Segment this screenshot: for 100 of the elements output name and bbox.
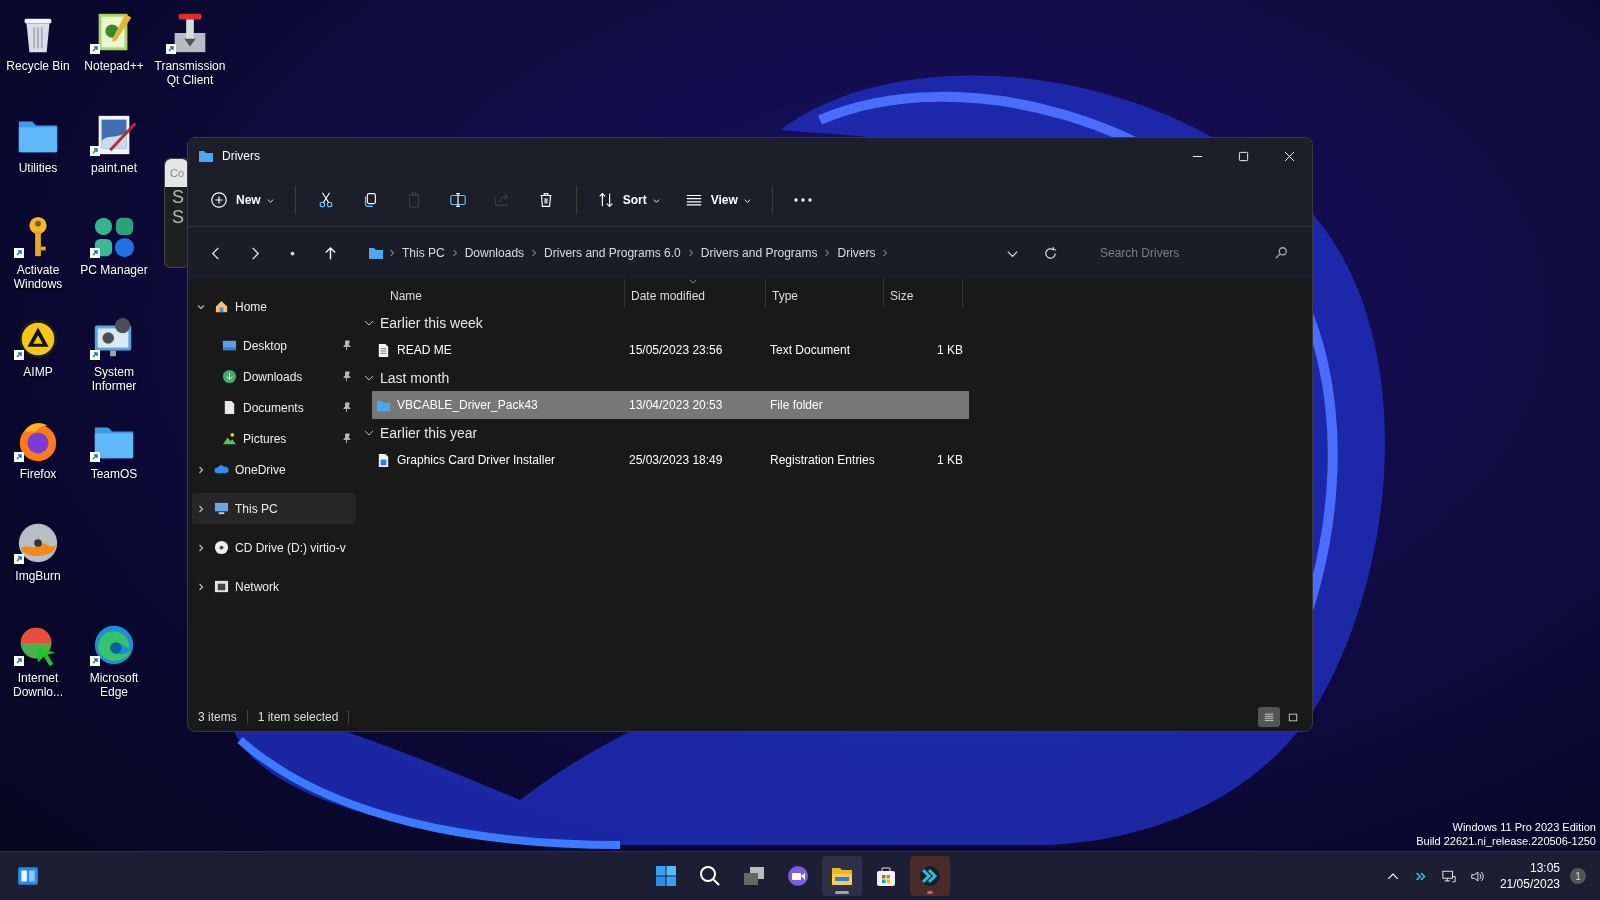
picture-icon (222, 431, 237, 446)
desktop-shortcut[interactable]: Recycle Bin (0, 6, 76, 102)
arrow-logo-icon (1413, 868, 1428, 884)
breadcrumb-item[interactable]: Drivers and Programs 6.0 (540, 242, 685, 264)
widget-panel-icon (17, 865, 39, 887)
shortcut-arrow-icon (90, 146, 100, 156)
network-icon (214, 579, 229, 594)
breadcrumb-item[interactable]: This PC (398, 242, 449, 264)
chevron-right-icon (196, 503, 206, 514)
desktop-shortcut[interactable]: PC Manager (76, 210, 152, 306)
clock-date: 21/05/2023 (1499, 876, 1560, 892)
chevron-icon (388, 249, 396, 257)
breadcrumb-item[interactable]: Downloads (460, 242, 529, 264)
chevron-right-icon (196, 581, 206, 592)
desktop-shortcut[interactable]: Activate Windows (0, 210, 76, 306)
window-title: Co (165, 159, 188, 187)
file-row[interactable]: VBCABLE_Driver_Pack43 13/04/2023 20:53 File folder (372, 391, 969, 419)
refresh-icon (1042, 245, 1058, 261)
monitor-icon (214, 501, 229, 516)
download-icon (222, 369, 237, 384)
sidebar-item[interactable]: Home (192, 291, 356, 322)
column-header[interactable]: Type (766, 279, 884, 308)
file-size: 1 KB (936, 343, 964, 357)
search-icon (1274, 246, 1288, 260)
view-button[interactable]: View (674, 182, 762, 218)
date-modified: 13/04/2023 20:53 (629, 398, 724, 412)
shortcut-arrow-icon (14, 554, 24, 564)
shopping-bag-icon (874, 864, 898, 888)
task-view-icon (742, 864, 766, 888)
close-icon (1283, 150, 1295, 162)
column-header[interactable]: Name (360, 279, 625, 308)
desktop-shortcut[interactable]: ImgBurn (0, 516, 76, 612)
desktop-shortcut[interactable]: Notepad++ (76, 6, 152, 102)
group-header[interactable]: Last month (360, 364, 450, 391)
desktop-shortcut[interactable]: Internet Downlo... (0, 618, 76, 714)
chevron-icon (823, 249, 832, 257)
details-view-button[interactable] (1258, 707, 1280, 727)
sidebar-item[interactable]: CD Drive (D:) virtio-v (192, 532, 356, 563)
notification-badge[interactable]: 1 (1570, 868, 1586, 884)
shortcut-arrow-icon (14, 248, 24, 258)
sidebar-item[interactable]: Documents (192, 392, 356, 423)
file-type: File folder (770, 398, 824, 412)
shortcut-arrow-icon (166, 44, 176, 54)
desktop-shortcut[interactable]: System Informer (76, 312, 152, 408)
desktop-shortcut[interactable]: TeamOS (76, 414, 152, 510)
file-row[interactable]: READ ME 15/05/2023 23:56 Text Document 1 KB (372, 336, 969, 364)
item-count: 3 items (198, 710, 237, 724)
desktop-shortcut[interactable]: Firefox (0, 414, 76, 510)
file-explorer-button[interactable] (822, 856, 862, 896)
sort-caret-icon (689, 279, 697, 284)
desktop-shortcut[interactable]: Transmission Qt Client (152, 6, 228, 102)
maximize-icon (1237, 150, 1249, 162)
window-title: Drivers (222, 149, 260, 163)
breadcrumb-item[interactable]: Drivers and Programs (696, 242, 822, 264)
desktop-icon (222, 338, 237, 353)
arrow-logo-icon (918, 864, 942, 888)
camera-icon (786, 864, 810, 888)
chevron-right-icon (196, 464, 206, 475)
sidebar-item[interactable]: Network (192, 571, 356, 602)
column-header[interactable]: Date modified (625, 279, 766, 308)
breadcrumb-item[interactable]: Drivers (833, 242, 880, 264)
sort-button[interactable]: Sort (586, 182, 671, 218)
edition-text: Windows 11 Pro 2023 Edition (1452, 820, 1596, 834)
sidebar-item[interactable]: OneDrive (192, 454, 356, 485)
chevron-icon (450, 249, 459, 257)
file-name: VBCABLE_Driver_Pack43 (397, 398, 538, 412)
folder-icon (368, 245, 384, 261)
desktop-shortcut[interactable]: Utilities (0, 108, 76, 204)
shortcut-arrow-icon (90, 44, 100, 54)
file-name: READ ME (397, 343, 452, 357)
file-size: 1 KB (936, 453, 964, 467)
date-modified: 25/03/2023 18:49 (629, 453, 724, 467)
search-field[interactable]: Search Drivers (1098, 245, 1274, 261)
shortcut-arrow-icon (90, 248, 100, 258)
column-header[interactable]: Size (884, 279, 963, 308)
shortcut-arrow-icon (90, 350, 100, 360)
document-icon (222, 400, 237, 415)
sidebar-item[interactable]: Desktop (192, 330, 356, 361)
file-name: Graphics Card Driver Installer (397, 453, 556, 467)
desktop-shortcut[interactable]: Microsoft Edge (76, 618, 152, 714)
sidebar-item[interactable]: Downloads (192, 361, 356, 392)
file-row[interactable]: Graphics Card Driver Installer 25/03/2023 18:49 Registration Entries 1 KB (372, 446, 969, 474)
chevron-icon (686, 249, 695, 257)
desktop-shortcut[interactable]: AIMP (0, 312, 76, 408)
date-modified: 15/05/2023 23:56 (629, 343, 724, 357)
group-header[interactable]: Earlier this year (360, 419, 478, 446)
text-file-icon (376, 342, 391, 358)
new-button[interactable]: New (200, 182, 285, 218)
sidebar-item[interactable]: Pictures (192, 423, 356, 454)
file-type: Text Document (770, 343, 852, 357)
group-header[interactable]: Earlier this week (360, 309, 483, 336)
clock-button[interactable]: 13:05 21/05/2023 (1491, 860, 1568, 892)
speaker-icon (1469, 868, 1484, 884)
chevron-icon (530, 249, 539, 257)
shortcut-arrow-icon (90, 656, 100, 666)
app-button[interactable] (910, 856, 950, 896)
desktop-shortcut[interactable]: paint.net (76, 108, 152, 204)
clock-time: 13:05 (1529, 860, 1560, 876)
windows-logo-icon (654, 864, 678, 888)
sidebar-item[interactable]: This PC (192, 493, 356, 524)
